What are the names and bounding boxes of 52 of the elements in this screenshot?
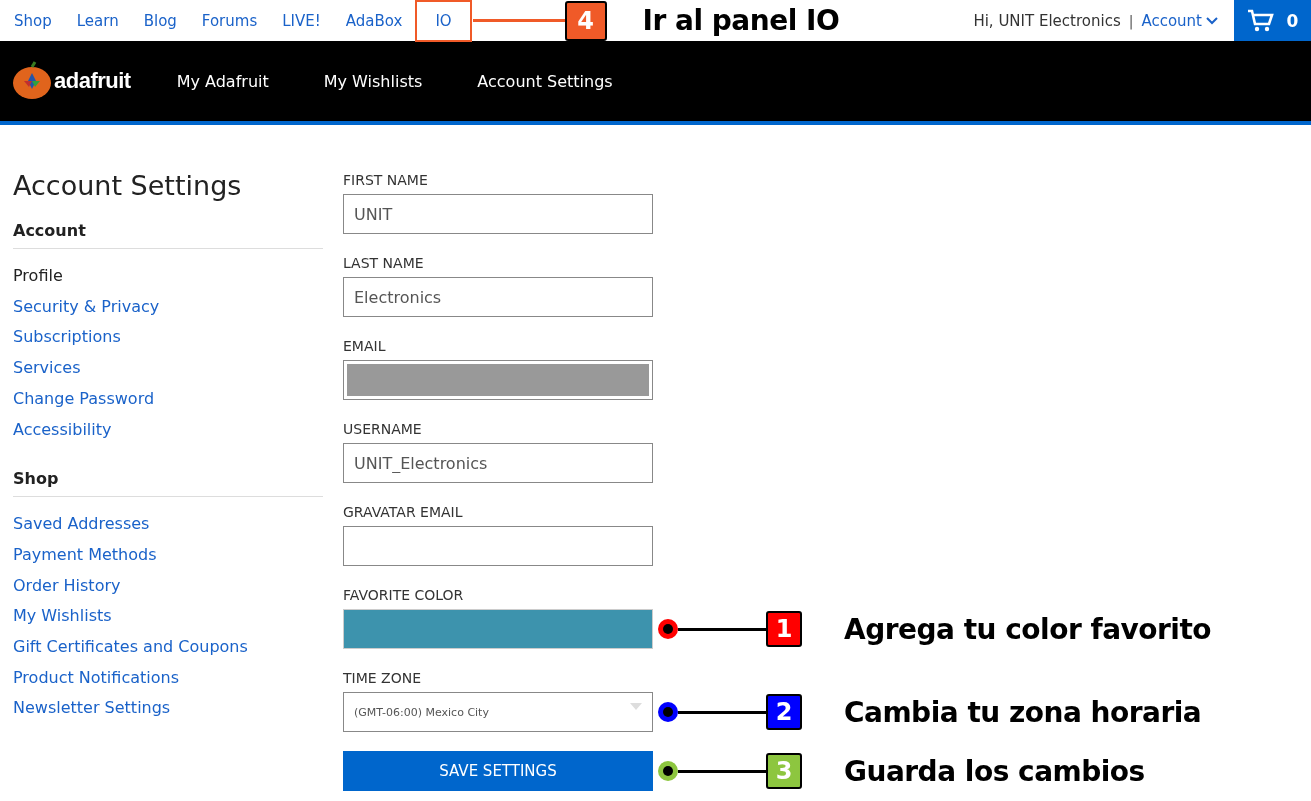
sidebar-link[interactable]: Services [13,353,323,384]
text-input-field[interactable]: UNIT [343,194,653,234]
top-nav-link[interactable]: AdaBox [333,0,415,41]
field-label: LAST NAME [343,254,425,273]
field-label: USERNAME [343,420,423,439]
page-title: Account Settings [13,170,243,201]
section-heading: Shop [13,469,323,498]
sidebar-link[interactable]: Subscriptions [13,322,323,354]
sidebar-link[interactable]: Profile [13,261,323,292]
sidebar-link[interactable]: Change Password [13,383,323,415]
sidebar-link[interactable]: Gift Certificates and Coupons [13,632,323,663]
sidebar-link[interactable]: Order History [13,570,323,602]
field-label: EMAIL [343,337,387,356]
callout-number-badge: 2 [766,694,802,730]
text-input-field[interactable]: Electronics [343,277,653,317]
save-settings-button[interactable]: SAVE SETTINGS [343,751,653,791]
field-label: FIRST NAME [343,171,429,190]
top-nav-link[interactable]: Shop [2,0,64,41]
greeting-text: Hi, UNIT Electronics [973,11,1121,30]
sidebar-link[interactable]: My Wishlists [13,601,323,633]
top-nav-link[interactable]: LIVE! [270,0,333,41]
field-label: GRAVATAR EMAIL [343,503,464,522]
time-zone-dropdown[interactable]: (GMT-06:00) Mexico City [343,692,653,732]
main-nav-link[interactable]: My Wishlists [323,71,423,91]
top-nav-link[interactable]: Forums [189,0,270,41]
callout-number-badge: 1 [766,611,802,647]
main-nav-link[interactable]: My Adafruit [176,71,269,91]
text-input-field[interactable]: UNIT_Electronics [343,443,653,483]
field-label: FAVORITE COLOR [343,586,465,605]
callout-number-badge: 3 [766,753,802,789]
callout-text: Guarda los cambios [844,754,1145,788]
main-nav-link[interactable]: Account Settings [477,71,613,91]
callout-text: Cambia tu zona horaria [844,695,1202,729]
sidebar-link[interactable]: Product Notifications [13,662,323,694]
top-nav-link[interactable]: Blog [131,0,189,41]
callout-text: Agrega tu color favorito [844,612,1212,646]
section-heading: Account [13,221,323,249]
logo-text: adafruit [54,68,131,94]
sidebar-link[interactable]: Newsletter Settings [13,693,323,725]
cart-button[interactable]: 0 [1234,0,1311,41]
field-label: TIME ZONE [343,669,422,688]
cart-count: 0 [1286,10,1299,31]
sidebar-link[interactable]: Security & Privacy [13,291,323,323]
top-nav-link[interactable]: Learn [64,0,131,41]
sidebar-link[interactable]: Accessibility [13,414,323,446]
sidebar-link[interactable]: Saved Addresses [13,509,323,540]
callout-text: Ir al panel IO [642,4,840,37]
top-nav-link[interactable]: IO [415,0,472,42]
account-menu[interactable]: Account [1141,11,1218,30]
sidebar-link[interactable]: Payment Methods [13,539,323,571]
separator-text: | [1128,12,1134,29]
callout-number-badge: 4 [564,0,607,41]
